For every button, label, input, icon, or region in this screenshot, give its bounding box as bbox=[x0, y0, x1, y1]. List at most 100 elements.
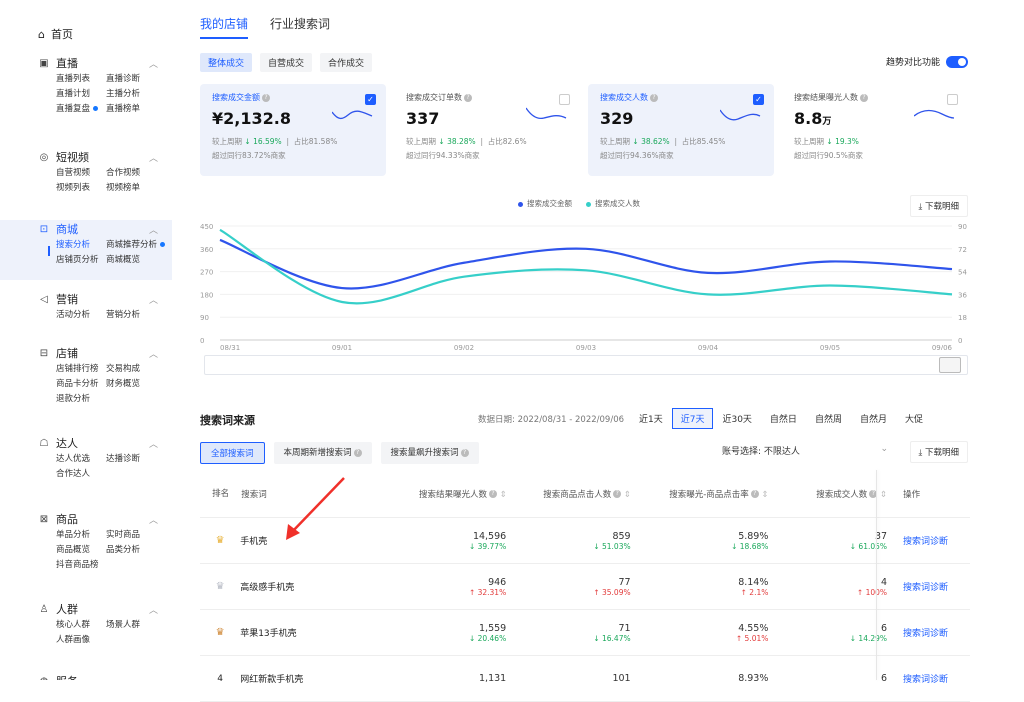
mode-self-button[interactable]: 自营成交 bbox=[260, 53, 312, 72]
period-option[interactable]: 大促 bbox=[896, 408, 932, 429]
period-option[interactable]: 自然月 bbox=[851, 408, 896, 429]
legend-series-buyers[interactable]: 搜索成交人数 bbox=[586, 198, 640, 209]
sidebar-item[interactable]: 抖音商品榜 bbox=[56, 558, 106, 573]
col-exposure[interactable]: 搜索结果曝光人数? ⇕ bbox=[344, 488, 506, 500]
legend-series-amount[interactable]: 搜索成交金额 bbox=[518, 198, 572, 209]
y-tick-right: 36 bbox=[958, 291, 967, 299]
kw-tab-rising[interactable]: 搜索量飙升搜索词? bbox=[381, 442, 479, 464]
period-option[interactable]: 自然周 bbox=[806, 408, 851, 429]
chevron-up-icon[interactable]: ︿ bbox=[149, 347, 158, 360]
cell-value: 4 bbox=[768, 577, 887, 588]
period-option[interactable]: 近7天 bbox=[672, 408, 714, 429]
table-row[interactable]: 4网红新款手机壳1,1311018.93%6搜索词诊断 bbox=[200, 656, 970, 702]
sidebar-item[interactable]: 品类分析 bbox=[106, 543, 172, 558]
kw-tab-all[interactable]: 全部搜索词 bbox=[200, 442, 265, 464]
table-row[interactable]: ♛手机壳14,596↓ 39.77%859↓ 51.03%5.89%↓ 18.6… bbox=[200, 518, 970, 564]
sidebar-item[interactable]: 活动分析 bbox=[56, 308, 106, 323]
tab-industry-keywords[interactable]: 行业搜索词 bbox=[270, 15, 330, 39]
sidebar-item[interactable]: 视频列表 bbox=[56, 181, 106, 196]
sidebar-item[interactable]: 商城概览 bbox=[106, 253, 172, 268]
sidebar-item[interactable]: 交易构成 bbox=[106, 362, 172, 377]
sidebar-item[interactable]: 合作达人 bbox=[56, 467, 106, 482]
tab-my-shop[interactable]: 我的店铺 bbox=[200, 15, 248, 39]
sidebar-item[interactable]: 自营视频 bbox=[56, 166, 106, 181]
metric-checkbox[interactable]: ✓ bbox=[365, 94, 376, 105]
chevron-up-icon[interactable]: ︿ bbox=[149, 603, 158, 616]
sidebar-item[interactable]: 财务概览 bbox=[106, 377, 172, 392]
series-line-1 bbox=[220, 230, 952, 304]
diagnose-link[interactable]: 搜索词诊断 bbox=[903, 583, 948, 593]
sidebar-section-header[interactable]: ◁营销︿ bbox=[0, 290, 172, 308]
trend-compare-toggle[interactable] bbox=[946, 56, 968, 68]
mode-overall-button[interactable]: 整体成交 bbox=[200, 53, 252, 72]
sidebar-section-header[interactable]: ⊠商品︿ bbox=[0, 510, 172, 528]
sidebar-section-header[interactable]: ☖达人︿ bbox=[0, 434, 172, 452]
sidebar-item[interactable]: 直播诊断 bbox=[106, 72, 172, 87]
cell-value: 859 bbox=[506, 531, 630, 542]
sidebar-section-header[interactable]: ▣直播︿ bbox=[0, 54, 172, 72]
table-row[interactable]: ♛苹果13手机壳1,559↓ 20.46%71↓ 16.47%4.55%↑ 5.… bbox=[200, 610, 970, 656]
scrollbar-handle[interactable] bbox=[939, 357, 961, 373]
sidebar-item[interactable]: 达播诊断 bbox=[106, 452, 172, 467]
col-ctr[interactable]: 搜索曝光-商品点击率? ⇕ bbox=[631, 488, 769, 500]
sidebar-item[interactable]: 店铺排行榜 bbox=[56, 362, 106, 377]
metric-card[interactable]: 搜索成交金额?¥2,132.8较上周期 ↓ 16.59% | 占比81.58%超… bbox=[200, 84, 386, 176]
sidebar-item[interactable]: 商品概览 bbox=[56, 543, 106, 558]
metric-card[interactable]: 搜索成交订单数?337较上周期 ↓ 38.28% | 占比82.6%超过同行94… bbox=[394, 84, 580, 176]
sidebar-item[interactable]: 达人优选 bbox=[56, 452, 106, 467]
chevron-up-icon[interactable]: ︿ bbox=[149, 223, 158, 236]
chevron-up-icon[interactable]: ︿ bbox=[149, 293, 158, 306]
diagnose-link[interactable]: 搜索词诊断 bbox=[903, 675, 948, 685]
series-line-0 bbox=[220, 240, 952, 289]
sidebar-item[interactable]: 营销分析 bbox=[106, 308, 172, 323]
sidebar-item[interactable]: 人群画像 bbox=[56, 633, 106, 648]
chevron-up-icon[interactable]: ︿ bbox=[149, 57, 158, 70]
sidebar-item[interactable]: 退款分析 bbox=[56, 392, 106, 407]
chevron-up-icon[interactable]: ︿ bbox=[149, 151, 158, 164]
cell-ctr: 8.14%↑ 2.1% bbox=[631, 577, 769, 597]
chart-scrollbar[interactable] bbox=[204, 355, 968, 375]
kw-tab-new[interactable]: 本周期新增搜索词? bbox=[274, 442, 372, 464]
period-option[interactable]: 自然日 bbox=[761, 408, 806, 429]
sidebar-section-header[interactable]: ⊟店铺︿ bbox=[0, 344, 172, 362]
col-clicks[interactable]: 搜索商品点击人数? ⇕ bbox=[507, 488, 631, 500]
sidebar-item[interactable]: 视频榜单 bbox=[106, 181, 172, 196]
sidebar-item[interactable]: 场景人群 bbox=[106, 618, 172, 633]
table-row[interactable]: ♛高级感手机壳946↑ 32.31%77↑ 35.09%8.14%↑ 2.1%4… bbox=[200, 564, 970, 610]
sidebar-item[interactable]: 商城推荐分析 bbox=[106, 238, 172, 253]
sidebar-item-home[interactable]: ⌂ 首页 bbox=[38, 26, 73, 42]
metric-checkbox[interactable]: ✓ bbox=[753, 94, 764, 105]
sidebar-section-header[interactable]: ♙人群︿ bbox=[0, 600, 172, 618]
sidebar-section-header[interactable]: ◎短视频︿ bbox=[0, 148, 172, 166]
period-option[interactable]: 近30天 bbox=[713, 408, 760, 429]
sidebar-item[interactable]: 商品卡分析 bbox=[56, 377, 106, 392]
period-option[interactable]: 近1天 bbox=[630, 408, 672, 429]
diagnose-link[interactable]: 搜索词诊断 bbox=[903, 629, 948, 639]
sidebar-item[interactable]: 直播列表 bbox=[56, 72, 106, 87]
metric-checkbox[interactable] bbox=[559, 94, 570, 105]
sidebar-item[interactable]: 直播榜单 bbox=[106, 102, 172, 117]
chevron-up-icon[interactable]: ︿ bbox=[149, 437, 158, 450]
sidebar-item[interactable]: 店铺页分析 bbox=[56, 253, 106, 268]
sidebar-section-header[interactable]: ◍服务 bbox=[0, 672, 172, 680]
chart-download-button[interactable]: ⤓ 下载明细 bbox=[910, 195, 968, 217]
sidebar-item[interactable]: 核心人群 bbox=[56, 618, 106, 633]
diagnose-link[interactable]: 搜索词诊断 bbox=[903, 537, 948, 547]
sidebar-item[interactable]: 单品分析 bbox=[56, 528, 106, 543]
metric-card[interactable]: 搜索成交人数?329较上周期 ↓ 38.62% | 占比85.45%超过同行94… bbox=[588, 84, 774, 176]
sidebar-item[interactable]: 搜索分析 bbox=[56, 238, 106, 253]
sidebar-item[interactable]: 主播分析 bbox=[106, 87, 172, 102]
y-tick-right: 18 bbox=[958, 314, 967, 322]
sidebar-section-2: ⊡商城︿搜索分析商城推荐分析店铺页分析商城概览 bbox=[0, 220, 172, 268]
sidebar-item[interactable]: 合作视频 bbox=[106, 166, 172, 181]
metric-card[interactable]: 搜索结果曝光人数?8.8万较上周期 ↓ 19.3%超过同行90.5%商家 bbox=[782, 84, 968, 176]
sidebar-item[interactable]: 直播计划 bbox=[56, 87, 106, 102]
chevron-up-icon[interactable]: ︿ bbox=[149, 513, 158, 526]
sidebar-item[interactable]: 直播复盘 bbox=[56, 102, 106, 117]
metric-checkbox[interactable] bbox=[947, 94, 958, 105]
mode-partner-button[interactable]: 合作成交 bbox=[320, 53, 372, 72]
table-download-button[interactable]: ⤓ 下载明细 bbox=[910, 441, 968, 463]
sidebar-item[interactable]: 实时商品 bbox=[106, 528, 172, 543]
sidebar-section-header[interactable]: ⊡商城︿ bbox=[0, 220, 172, 238]
account-select[interactable]: 账号选择: 不限达人 ⌄ bbox=[722, 444, 888, 457]
